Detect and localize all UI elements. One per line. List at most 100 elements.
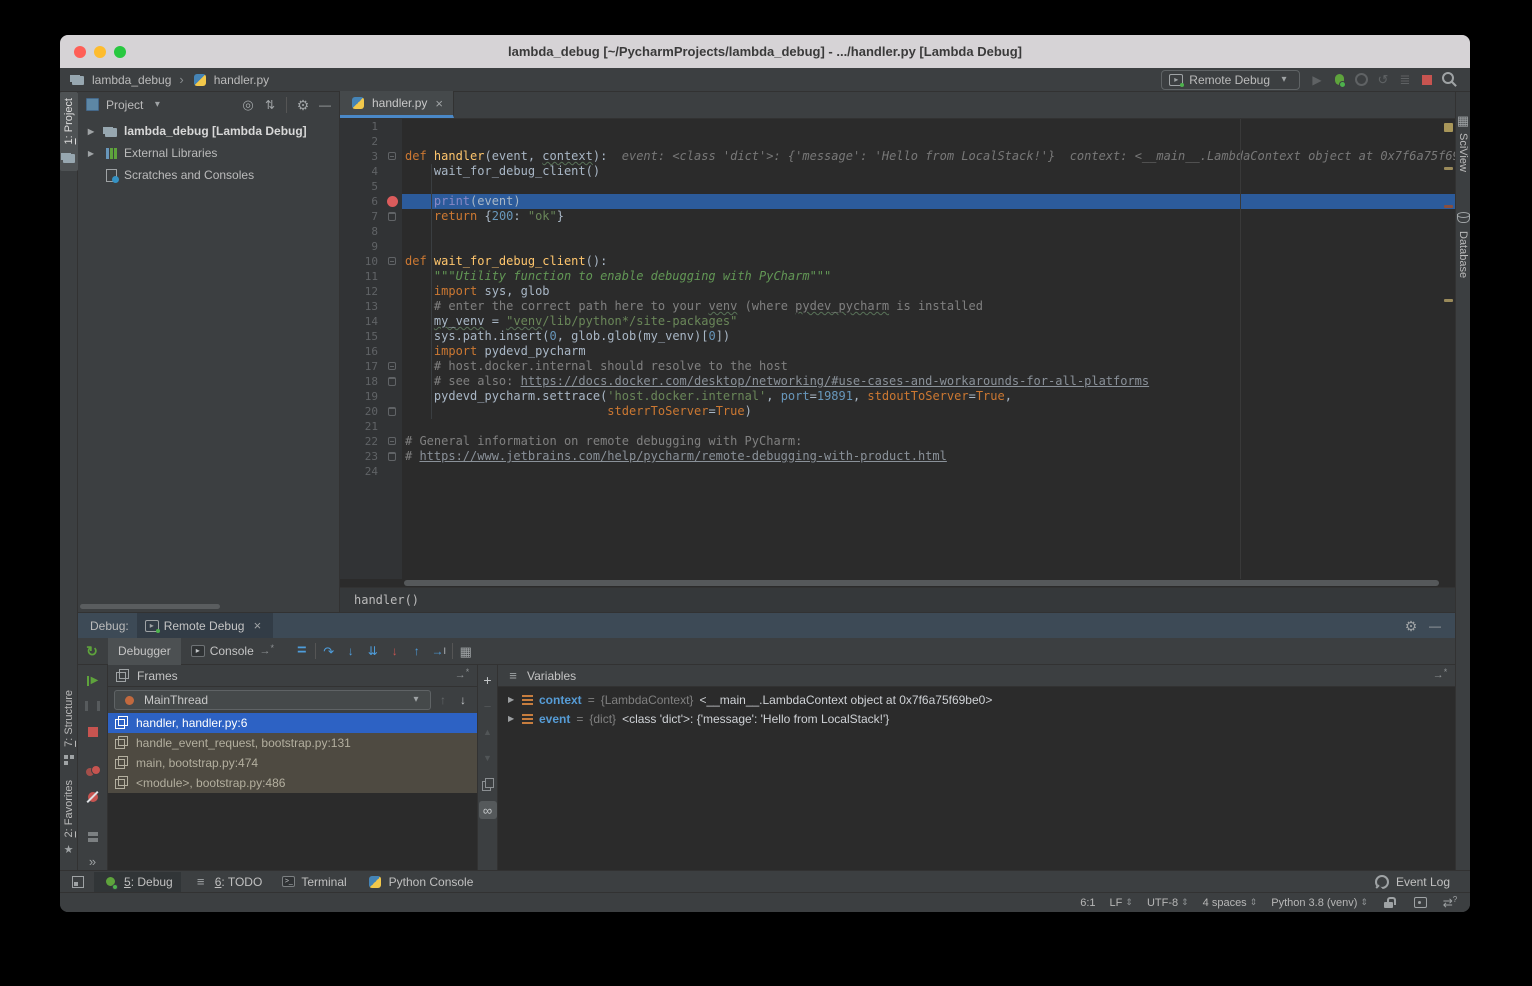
gutter-marker[interactable] bbox=[384, 209, 402, 224]
tool-window-button-terminal[interactable]: Terminal bbox=[274, 872, 354, 892]
gutter-marker[interactable] bbox=[384, 344, 402, 359]
gutter-marker[interactable] bbox=[384, 449, 402, 464]
search-everywhere-button[interactable] bbox=[1438, 70, 1460, 90]
collapse-all-icon[interactable] bbox=[262, 97, 278, 113]
error-stripe[interactable] bbox=[1441, 119, 1455, 579]
fold-start-icon[interactable] bbox=[388, 152, 396, 160]
stack-frame[interactable]: main, bootstrap.py:474 bbox=[108, 753, 477, 773]
code-text[interactable]: # host.docker.internal should resolve to… bbox=[402, 359, 1455, 374]
view-breakpoints-button[interactable] bbox=[84, 763, 102, 779]
event-log-button[interactable]: Event Log bbox=[1366, 872, 1458, 892]
breadcrumb-file[interactable]: handler.py bbox=[214, 73, 269, 87]
code-token[interactable]: ): bbox=[593, 149, 607, 163]
project-hscrollbar[interactable] bbox=[80, 604, 220, 609]
caret-position[interactable]: 6:1 bbox=[1080, 897, 1095, 909]
step-into-my-code-button[interactable] bbox=[384, 641, 406, 661]
scrollbar-thumb[interactable] bbox=[404, 580, 1439, 586]
project-panel-title[interactable]: Project bbox=[106, 98, 143, 112]
hide-panel-icon[interactable] bbox=[317, 97, 333, 113]
code-token[interactable]: ]) bbox=[716, 329, 730, 343]
minimize-window-button[interactable] bbox=[94, 46, 106, 58]
hide-panel-icon[interactable] bbox=[1427, 618, 1443, 634]
run-configuration-select[interactable]: Remote Debug bbox=[1161, 70, 1300, 90]
code-token[interactable]: : bbox=[513, 209, 527, 223]
duplicate-watch-button[interactable] bbox=[479, 775, 497, 793]
code-token[interactable]: import bbox=[434, 344, 477, 358]
move-watch-down-button[interactable] bbox=[479, 749, 497, 767]
gutter-marker[interactable] bbox=[384, 464, 402, 479]
tree-item[interactable]: Scratches and Consoles bbox=[78, 164, 339, 186]
gear-icon[interactable] bbox=[295, 97, 311, 113]
lock-icon[interactable] bbox=[1382, 895, 1398, 911]
show-execution-point-button[interactable] bbox=[291, 641, 313, 661]
fold-start-icon[interactable] bbox=[388, 437, 396, 445]
code-text[interactable]: """Utility function to enable debugging … bbox=[402, 269, 1455, 284]
code-text[interactable] bbox=[402, 119, 1455, 134]
gutter-marker[interactable] bbox=[384, 254, 402, 269]
tool-windows-icon[interactable] bbox=[72, 876, 84, 888]
code-token[interactable]: stderrToServer bbox=[607, 404, 708, 418]
gutter-marker[interactable] bbox=[384, 119, 402, 134]
chevron-right-icon[interactable]: ▶ bbox=[508, 695, 516, 704]
step-out-button[interactable] bbox=[406, 641, 428, 661]
variable-row[interactable]: ▶event = {dict} <class 'dict'>: {'messag… bbox=[498, 709, 1455, 728]
chevron-down-icon[interactable] bbox=[149, 97, 165, 113]
profiler-button[interactable] bbox=[1350, 70, 1372, 90]
code-token[interactable]: pydev_pycharm bbox=[795, 299, 889, 313]
code-token[interactable]: pydevd_pycharm.settrace( bbox=[405, 389, 607, 403]
code-token[interactable]: https://www.jetbrains.com/help/pycharm/r… bbox=[419, 449, 946, 463]
code-token[interactable]: = bbox=[810, 389, 817, 403]
code-token[interactable]: # host.docker.internal should resolve to… bbox=[405, 359, 788, 373]
code-token[interactable]: # General information on remote debuggin… bbox=[405, 434, 802, 448]
warning-stripe-mark[interactable] bbox=[1444, 205, 1453, 208]
restore-layout-button[interactable] bbox=[84, 828, 102, 844]
gutter-marker[interactable] bbox=[384, 419, 402, 434]
code-text[interactable] bbox=[402, 419, 1455, 434]
code-token[interactable]: wait_for_debug_client() bbox=[405, 164, 600, 178]
gutter-marker[interactable] bbox=[384, 224, 402, 239]
code-token[interactable]: } bbox=[557, 209, 564, 223]
chevron-right-icon[interactable]: ▶ bbox=[508, 714, 516, 723]
warning-stripe-mark[interactable] bbox=[1444, 299, 1453, 302]
gutter-marker[interactable] bbox=[384, 404, 402, 419]
code-token[interactable]: wait_for_debug_client bbox=[434, 254, 586, 268]
code-text[interactable]: # https://www.jetbrains.com/help/pycharm… bbox=[402, 449, 1455, 464]
rerun-icon[interactable] bbox=[84, 643, 100, 659]
code-token[interactable]: 19891 bbox=[817, 389, 853, 403]
code-token[interactable]: """Utility function to enable debugging … bbox=[405, 269, 831, 283]
code-text[interactable]: def wait_for_debug_client(): bbox=[402, 254, 1455, 269]
gutter-marker[interactable] bbox=[384, 134, 402, 149]
debug-session-tab[interactable]: Remote Debug bbox=[137, 613, 274, 638]
code-text[interactable]: print(event) bbox=[402, 194, 1455, 209]
code-token[interactable]: return bbox=[434, 209, 477, 223]
editor-hscrollbar[interactable] bbox=[340, 579, 1455, 587]
code-token[interactable]: import bbox=[434, 284, 477, 298]
pause-button[interactable] bbox=[84, 698, 102, 714]
code-token[interactable]: , bbox=[766, 389, 780, 403]
code-text[interactable] bbox=[402, 239, 1455, 254]
resume-button[interactable] bbox=[84, 673, 102, 689]
code-token[interactable] bbox=[405, 404, 607, 418]
code-text[interactable]: import sys, glob bbox=[402, 284, 1455, 299]
gutter-marker[interactable] bbox=[384, 329, 402, 344]
code-token[interactable]: venv bbox=[708, 299, 737, 313]
run-button[interactable] bbox=[1306, 70, 1328, 90]
gutter-marker[interactable] bbox=[384, 179, 402, 194]
view-threads-button[interactable] bbox=[455, 641, 477, 661]
fold-start-icon[interactable] bbox=[388, 257, 396, 265]
pin-icon[interactable] bbox=[454, 668, 470, 684]
code-token[interactable] bbox=[405, 344, 434, 358]
fold-end-icon[interactable] bbox=[388, 377, 396, 386]
code-token[interactable]: stdoutToServer bbox=[867, 389, 968, 403]
fold-start-icon[interactable] bbox=[388, 362, 396, 370]
step-over-button[interactable] bbox=[318, 641, 340, 661]
code-token[interactable]: context bbox=[542, 149, 593, 163]
tree-item[interactable]: ▶lambda_debug [Lambda Debug] bbox=[78, 120, 339, 142]
code-token[interactable]: 0 bbox=[708, 329, 715, 343]
code-token[interactable]: ) bbox=[745, 404, 752, 418]
code-token[interactable]: event: <class 'dict'>: {'message': 'Hell… bbox=[607, 149, 1455, 163]
run-to-cursor-button[interactable] bbox=[428, 641, 450, 661]
status-segment[interactable]: Python 3.8 (venv)⇕ bbox=[1271, 897, 1368, 909]
gutter-marker[interactable] bbox=[384, 359, 402, 374]
code-token[interactable]: (event, bbox=[484, 149, 542, 163]
